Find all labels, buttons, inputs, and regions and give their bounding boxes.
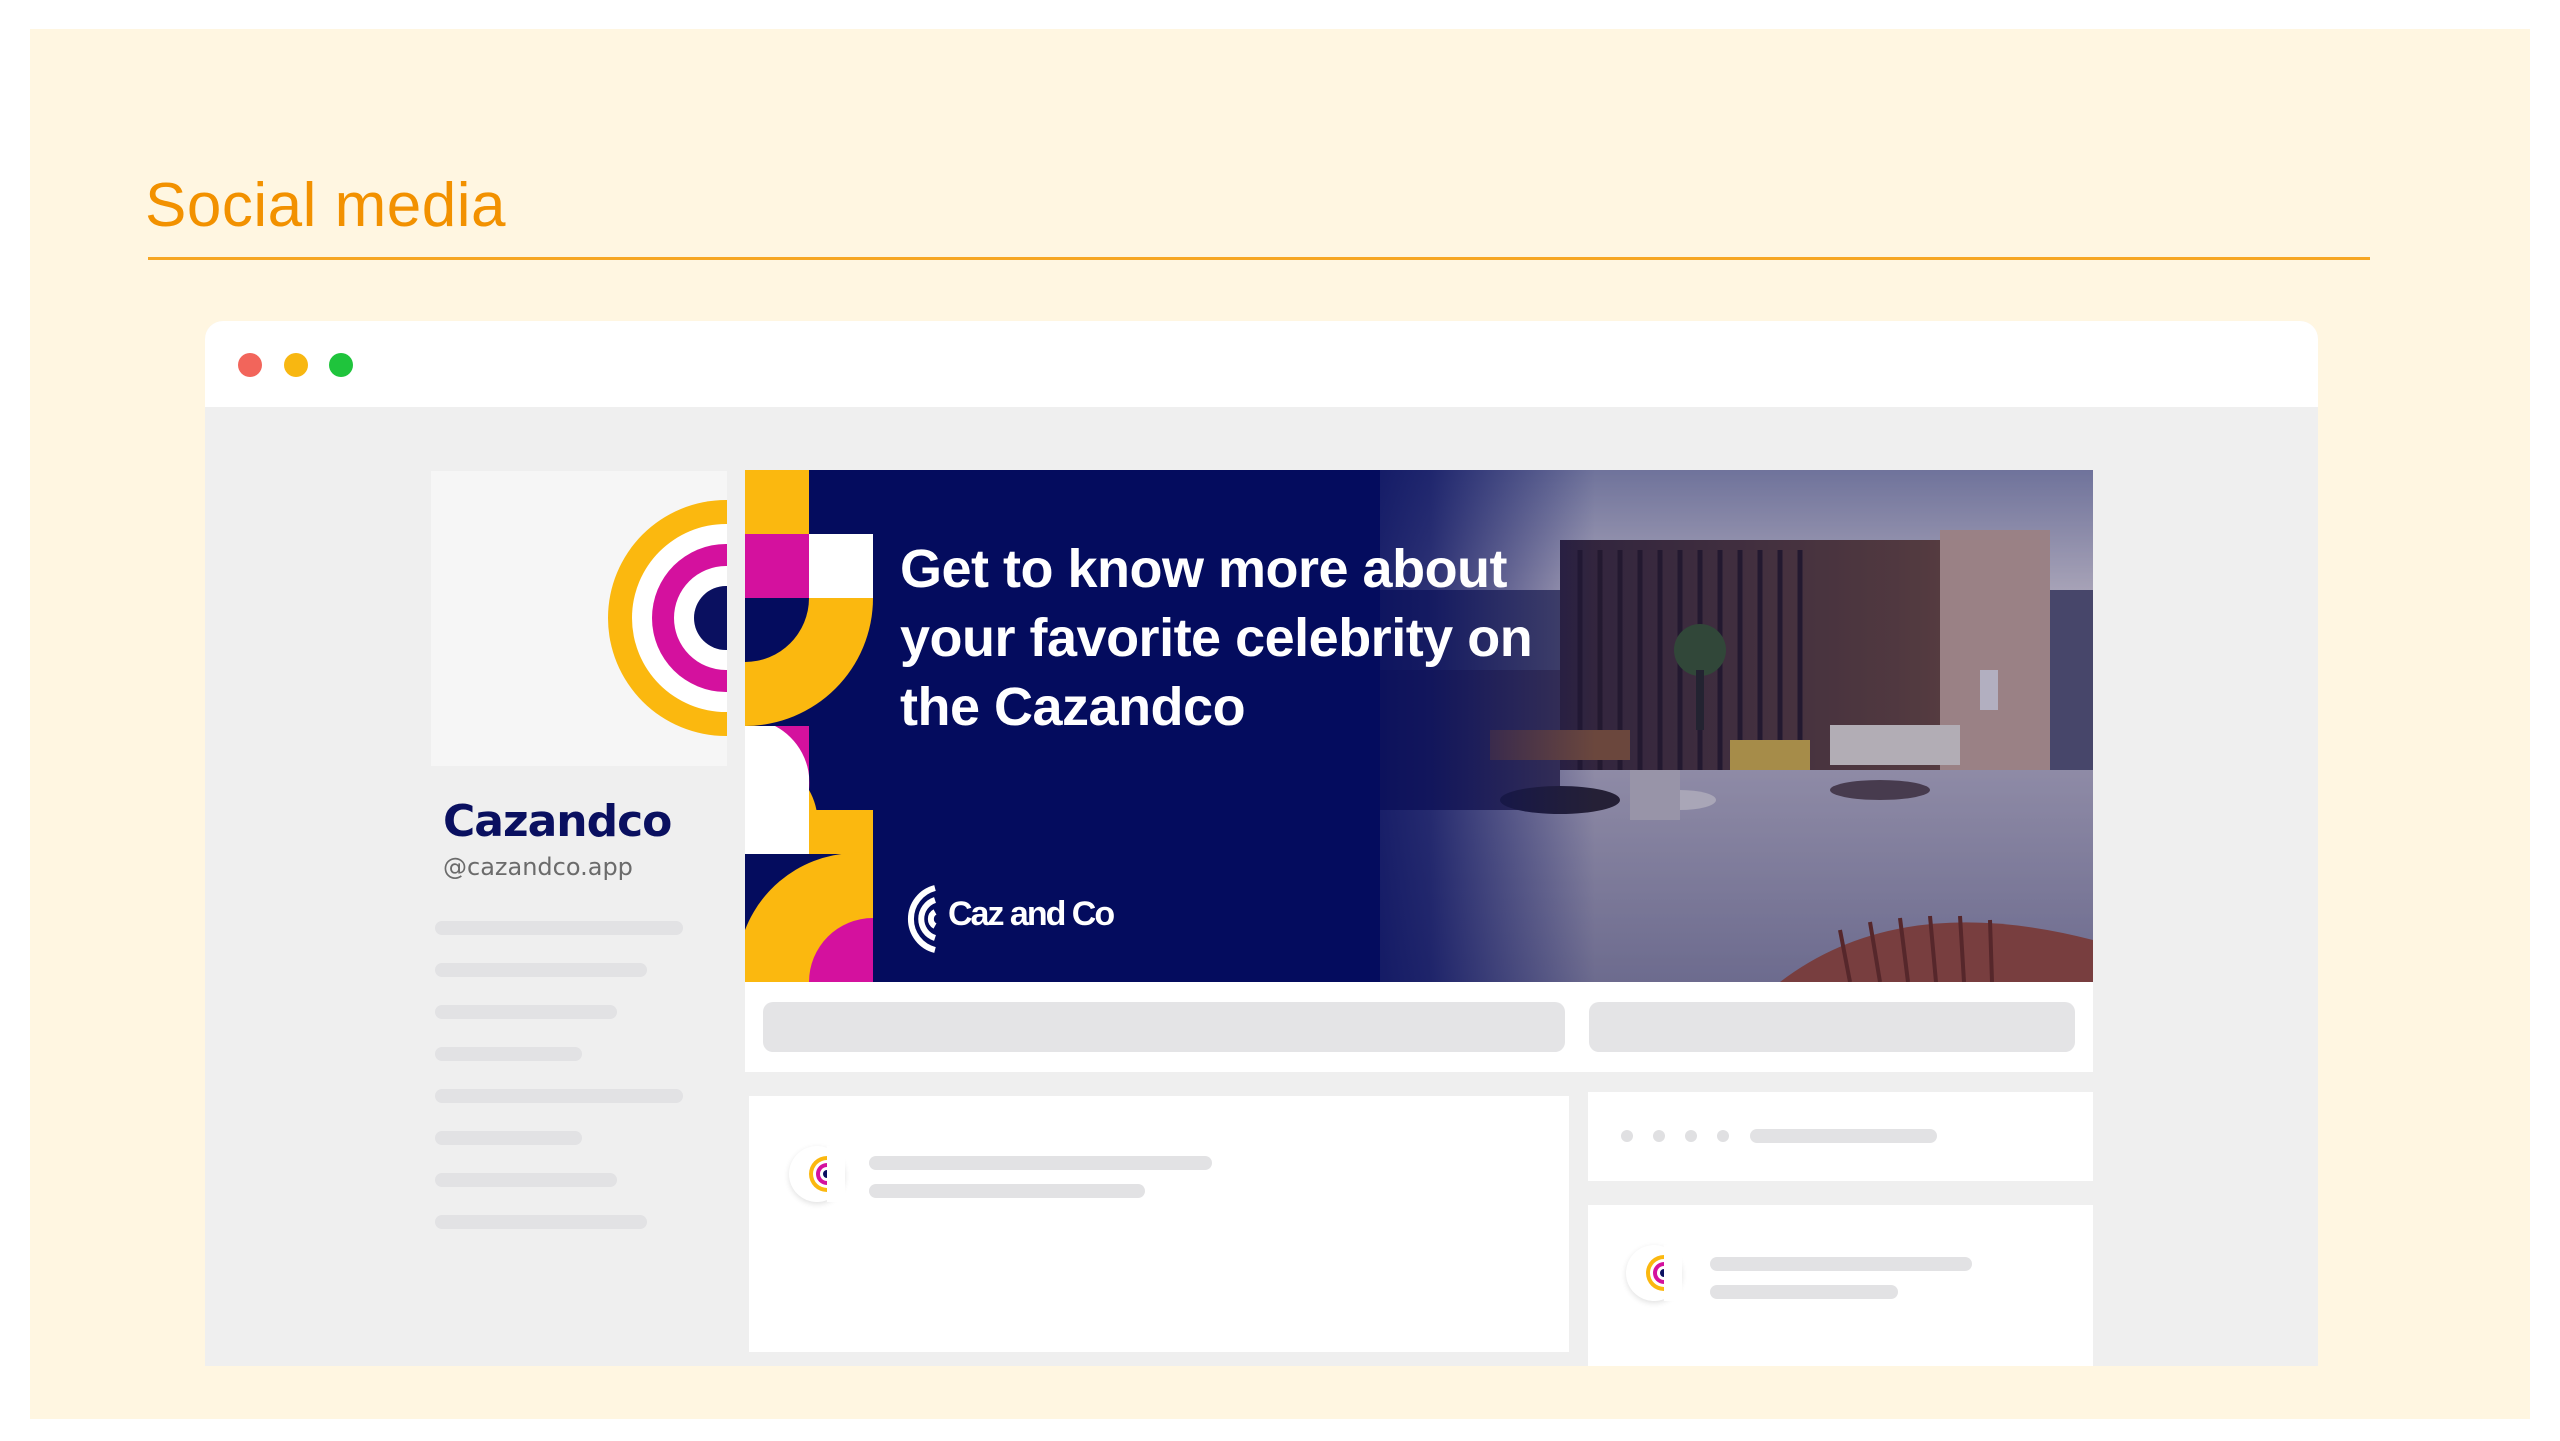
close-dot-icon[interactable] — [238, 353, 262, 377]
side-post-card[interactable] — [1588, 1205, 2093, 1366]
post-placeholder-line — [869, 1156, 1212, 1170]
cazandco-logo-icon — [907, 885, 937, 953]
geometric-pattern — [745, 470, 873, 982]
side-post-placeholder-line — [1710, 1257, 1972, 1271]
dot-icon — [1685, 1130, 1697, 1142]
minimize-dot-icon[interactable] — [284, 353, 308, 377]
avatar[interactable] — [789, 1146, 845, 1202]
profile-handle: @cazandco.app — [443, 853, 633, 881]
heading-divider — [148, 257, 2370, 260]
cazandco-avatar-icon — [1646, 1245, 1682, 1301]
cover-banner[interactable]: Get to know more about your favorite cel… — [745, 470, 2093, 982]
tab-placeholder[interactable] — [763, 1002, 1565, 1052]
tab-placeholder[interactable] — [1589, 1002, 2075, 1052]
sidebar-placeholder-line — [435, 963, 647, 977]
cover-brand-text: Caz and Co — [948, 895, 1115, 933]
dot-icon — [1653, 1130, 1665, 1142]
browser-window: Cazandco @cazandco.app Get to know more … — [205, 321, 2318, 1366]
cover-headline: Get to know more about your favorite cel… — [900, 539, 1533, 737]
side-placeholder-line — [1750, 1129, 1937, 1143]
avatar[interactable] — [1626, 1245, 1682, 1301]
post-card[interactable] — [749, 1096, 1569, 1352]
sidebar-placeholder-line — [435, 1215, 647, 1229]
sidebar-placeholder-line — [435, 1173, 617, 1187]
dot-icon — [1717, 1130, 1729, 1142]
profile-picture[interactable] — [431, 471, 727, 766]
sidebar-placeholder-line — [435, 1131, 582, 1145]
post-placeholder-line — [869, 1184, 1145, 1198]
side-card[interactable] — [1588, 1092, 2093, 1181]
dot-icon — [1621, 1130, 1633, 1142]
sidebar-placeholder-line — [435, 1005, 617, 1019]
sidebar-placeholder-line — [435, 1089, 683, 1103]
window-titlebar — [205, 321, 2318, 407]
cazandco-logo-icon — [608, 500, 727, 736]
side-post-placeholder-line — [1710, 1285, 1898, 1299]
sidebar-placeholder-line — [435, 1047, 582, 1061]
cazandco-avatar-icon — [809, 1146, 845, 1202]
sidebar-placeholder-line — [435, 921, 683, 935]
section-heading: Social media — [145, 171, 506, 240]
maximize-dot-icon[interactable] — [329, 353, 353, 377]
profile-name: Cazandco — [443, 796, 672, 847]
profile-tabs-bar — [745, 982, 2093, 1072]
